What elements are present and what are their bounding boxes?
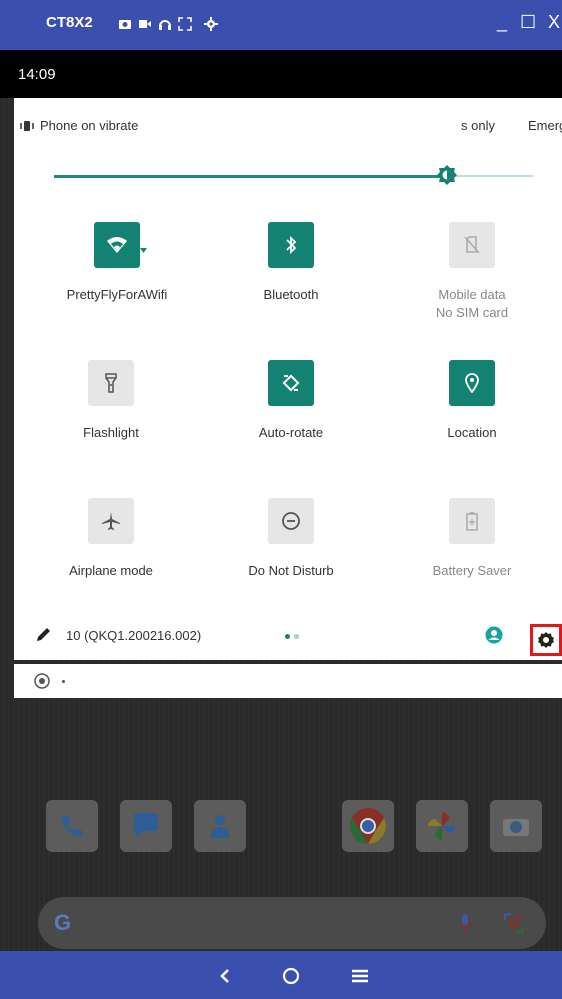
- tile-mobile-data[interactable]: Mobile data No SIM card: [392, 222, 552, 322]
- tile-location-label: Location: [447, 425, 497, 440]
- emulator-toolbar: [118, 17, 218, 31]
- fullscreen-icon[interactable]: [178, 17, 192, 31]
- quick-settings-panel: Phone on vibrate s only Emerg PrettyFlyF…: [14, 98, 562, 660]
- tile-flashlight-label: Flashlight: [83, 425, 139, 440]
- maximize-button[interactable]: ☐: [520, 12, 536, 33]
- device-name: CT8X2: [46, 14, 93, 31]
- tile-airplane-mode-button[interactable]: [88, 498, 134, 544]
- tile-bluetooth-label: Bluetooth: [263, 287, 319, 302]
- record-icon[interactable]: [138, 17, 152, 31]
- dock-app-contacts[interactable]: [194, 800, 246, 852]
- back-button[interactable]: [212, 963, 238, 989]
- tile-wifi-label: PrettyFlyForAWifi: [66, 287, 168, 302]
- mic-icon[interactable]: [458, 913, 472, 933]
- battery-saver-icon: [466, 512, 478, 531]
- tile-mobile-data-sublabel: No SIM card: [435, 305, 509, 320]
- dock-app-photos[interactable]: [416, 800, 468, 852]
- lens-icon[interactable]: [503, 912, 525, 934]
- tile-battery-saver-label: Battery Saver: [432, 563, 512, 578]
- chrome-icon: [350, 808, 386, 844]
- tile-battery-saver[interactable]: Battery Saver: [392, 498, 552, 580]
- edit-icon[interactable]: [34, 626, 52, 644]
- photos-icon: [428, 812, 456, 840]
- ringer-text: Phone on vibrate: [40, 118, 139, 133]
- tile-bluetooth[interactable]: Bluetooth: [211, 222, 371, 304]
- tile-flashlight-button[interactable]: [88, 360, 134, 406]
- tile-do-not-disturb-label: Do Not Disturb: [248, 563, 334, 578]
- quick-settings-header: Phone on vibrate s only Emerg: [14, 118, 562, 138]
- tile-do-not-disturb-button[interactable]: [268, 498, 314, 544]
- dock-app-phone[interactable]: [46, 800, 98, 852]
- tile-airplane-mode-label: Airplane mode: [69, 563, 153, 578]
- emergency-text: Emerg: [528, 118, 562, 133]
- notification-app-icon: [34, 673, 50, 689]
- wifi-expand-icon[interactable]: [140, 248, 147, 253]
- tile-bluetooth-button[interactable]: [268, 222, 314, 268]
- menu-button[interactable]: [347, 963, 373, 989]
- location-icon: [465, 373, 479, 393]
- close-button[interactable]: X: [546, 12, 562, 33]
- scrolling-status-text: s only: [461, 118, 495, 133]
- back-icon: [220, 969, 229, 983]
- tile-auto-rotate[interactable]: Auto-rotate: [211, 360, 371, 442]
- settings-button-highlighted[interactable]: [530, 624, 562, 656]
- tile-auto-rotate-button[interactable]: [268, 360, 314, 406]
- tile-airplane-mode[interactable]: Airplane mode: [31, 498, 191, 580]
- vibrate-icon: [20, 120, 34, 131]
- window-controls: _ ☐ X: [494, 12, 562, 33]
- page-dot: [294, 634, 299, 639]
- screenshot-icon[interactable]: [118, 17, 132, 31]
- phone-icon: [62, 816, 82, 836]
- airplane-icon: [102, 512, 120, 530]
- page-dot-active: [285, 634, 290, 639]
- wifi-icon: [107, 237, 127, 253]
- notification-dot: [62, 680, 65, 683]
- dock-app-messages[interactable]: [120, 800, 172, 852]
- brightness-track-empty: [447, 175, 533, 177]
- dock-app-camera[interactable]: [490, 800, 542, 852]
- brightness-slider[interactable]: [54, 165, 533, 185]
- flashlight-icon: [105, 373, 117, 393]
- tile-auto-rotate-label: Auto-rotate: [258, 425, 324, 440]
- headphones-icon[interactable]: [158, 17, 172, 31]
- contacts-icon: [211, 815, 229, 838]
- bluetooth-icon: [286, 235, 297, 255]
- camera-icon: [503, 819, 529, 836]
- tile-location-button[interactable]: [449, 360, 495, 406]
- tile-flashlight[interactable]: Flashlight: [31, 360, 191, 442]
- messages-icon: [134, 813, 158, 837]
- build-number[interactable]: 10 (QKQ1.200216.002): [66, 628, 201, 643]
- navigation-bar: [0, 951, 562, 999]
- brightness-track-filled: [54, 175, 447, 178]
- tile-mobile-data-label: Mobile data: [438, 287, 506, 302]
- home-button[interactable]: [278, 963, 304, 989]
- tile-mobile-data-button[interactable]: [449, 222, 495, 268]
- google-search-bar[interactable]: G: [38, 897, 546, 949]
- status-time: 14:09: [18, 66, 56, 83]
- status-bar: 14:09: [0, 50, 562, 98]
- tile-do-not-disturb[interactable]: Do Not Disturb: [211, 498, 371, 580]
- tile-location[interactable]: Location: [392, 360, 552, 442]
- settings-icon[interactable]: [204, 17, 218, 31]
- tile-battery-saver-button[interactable]: [449, 498, 495, 544]
- user-icon[interactable]: [485, 626, 503, 644]
- dock-app-chrome[interactable]: [342, 800, 394, 852]
- page-indicator: [285, 634, 299, 639]
- tile-wifi-button[interactable]: [94, 222, 140, 268]
- no-sim-icon: [464, 236, 480, 254]
- menu-icon: [352, 969, 368, 983]
- notification-strip[interactable]: [14, 664, 562, 698]
- auto-rotate-icon: [282, 374, 300, 392]
- home-icon: [282, 967, 300, 985]
- ringer-status[interactable]: Phone on vibrate: [20, 118, 138, 133]
- brightness-thumb-icon[interactable]: [436, 164, 458, 186]
- minimize-button[interactable]: _: [494, 12, 510, 33]
- emulator-title-bar: CT8X2 _ ☐ X: [0, 0, 562, 50]
- quick-settings-footer: 10 (QKQ1.200216.002): [14, 618, 562, 658]
- tile-wifi[interactable]: PrettyFlyForAWifi: [37, 222, 197, 304]
- settings-gear-icon: [538, 632, 554, 648]
- google-logo: G: [54, 910, 72, 935]
- dnd-icon: [282, 512, 300, 530]
